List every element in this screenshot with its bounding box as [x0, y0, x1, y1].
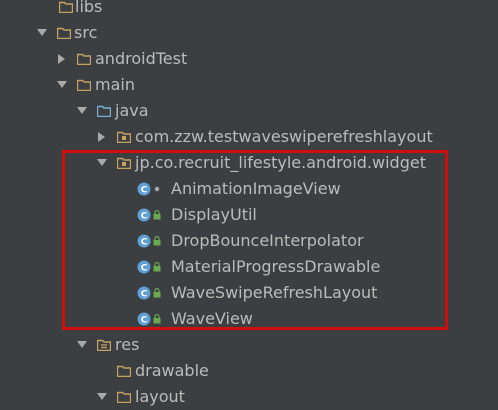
tree-item-label: drawable: [135, 361, 209, 380]
svg-text:C: C: [141, 264, 148, 274]
class-c-icon: C: [136, 181, 152, 197]
triangle-down-icon[interactable]: [96, 391, 108, 403]
tree-item-label: AnimationImageView: [171, 179, 341, 198]
tree-item-label: WaveSwipeRefreshLayout: [171, 283, 378, 302]
triangle-down-icon[interactable]: [96, 157, 108, 169]
tree-item-class-displayutil[interactable]: C DisplayUtil: [0, 202, 498, 228]
lock-icon: [152, 207, 162, 223]
svg-text:C: C: [141, 238, 148, 248]
class-c-icon: C: [136, 311, 152, 327]
dot-icon: [152, 181, 162, 197]
folder-icon: [58, 0, 74, 15]
lock-icon: [152, 285, 162, 301]
resource-folder-icon: [96, 337, 112, 353]
tree-item-drawable[interactable]: drawable: [0, 358, 498, 384]
tree-item-class-waveview[interactable]: C WaveView: [0, 306, 498, 332]
class-c-icon: C: [136, 285, 152, 301]
tree-item-package-jp-co[interactable]: jp.co.recruit_lifestyle.android.widget: [0, 150, 498, 176]
tree-item-label: DisplayUtil: [171, 205, 257, 224]
tree-item-class-animationimageview[interactable]: C AnimationImageView: [0, 176, 498, 202]
tree-item-class-dropbounceinterpolator[interactable]: C DropBounceInterpolator: [0, 228, 498, 254]
triangle-down-icon[interactable]: [56, 79, 68, 91]
tree-item-label: layout: [135, 387, 185, 406]
project-tree: libs src androidTest main java com.zzw.t…: [0, 0, 498, 407]
folder-icon: [76, 77, 92, 93]
svg-text:C: C: [141, 212, 148, 222]
triangle-right-icon[interactable]: [56, 53, 68, 65]
class-c-icon: C: [136, 259, 152, 275]
folder-icon: [76, 51, 92, 67]
tree-item-label: jp.co.recruit_lifestyle.android.widget: [135, 153, 426, 172]
svg-text:C: C: [141, 316, 148, 326]
triangle-down-icon[interactable]: [76, 105, 88, 117]
class-c-icon: C: [136, 233, 152, 249]
tree-item-java[interactable]: java: [0, 98, 498, 124]
folder-icon: [56, 25, 72, 41]
svg-text:C: C: [141, 186, 148, 196]
lock-icon: [152, 233, 162, 249]
tree-item-label: com.zzw.testwaveswiperefreshlayout: [135, 127, 433, 146]
tree-item-class-materialprogressdrawable[interactable]: C MaterialProgressDrawable: [0, 254, 498, 280]
source-folder-icon: [96, 103, 112, 119]
folder-icon: [116, 389, 132, 405]
tree-item-label: DropBounceInterpolator: [171, 231, 364, 250]
lock-icon: [152, 259, 162, 275]
triangle-right-icon[interactable]: [96, 131, 108, 143]
tree-item-androidtest[interactable]: androidTest: [0, 46, 498, 72]
tree-item-label: res: [115, 335, 140, 354]
svg-text:C: C: [141, 290, 148, 300]
tree-item-class-waveswiperefreshlayout[interactable]: C WaveSwipeRefreshLayout: [0, 280, 498, 306]
folder-icon: [116, 363, 132, 379]
tree-item-label: libs: [75, 0, 103, 16]
tree-item-label: androidTest: [95, 49, 188, 68]
tree-item-package-com-zzw[interactable]: com.zzw.testwaveswiperefreshlayout: [0, 124, 498, 150]
lock-icon: [152, 311, 162, 327]
tree-item-label: WaveView: [171, 309, 253, 328]
tree-item-main[interactable]: main: [0, 72, 498, 98]
triangle-down-icon[interactable]: [36, 27, 48, 39]
tree-item-label: MaterialProgressDrawable: [171, 257, 381, 276]
package-icon: [116, 155, 132, 171]
tree-item-libs[interactable]: libs: [0, 0, 498, 20]
tree-item-label: main: [95, 75, 135, 94]
tree-item-res[interactable]: res: [0, 332, 498, 358]
triangle-down-icon[interactable]: [76, 339, 88, 351]
tree-item-label: java: [115, 101, 149, 120]
package-icon: [116, 129, 132, 145]
tree-item-layout[interactable]: layout: [0, 384, 498, 410]
class-c-icon: C: [136, 207, 152, 223]
tree-item-src[interactable]: src: [0, 20, 498, 46]
tree-item-label: src: [74, 23, 98, 42]
